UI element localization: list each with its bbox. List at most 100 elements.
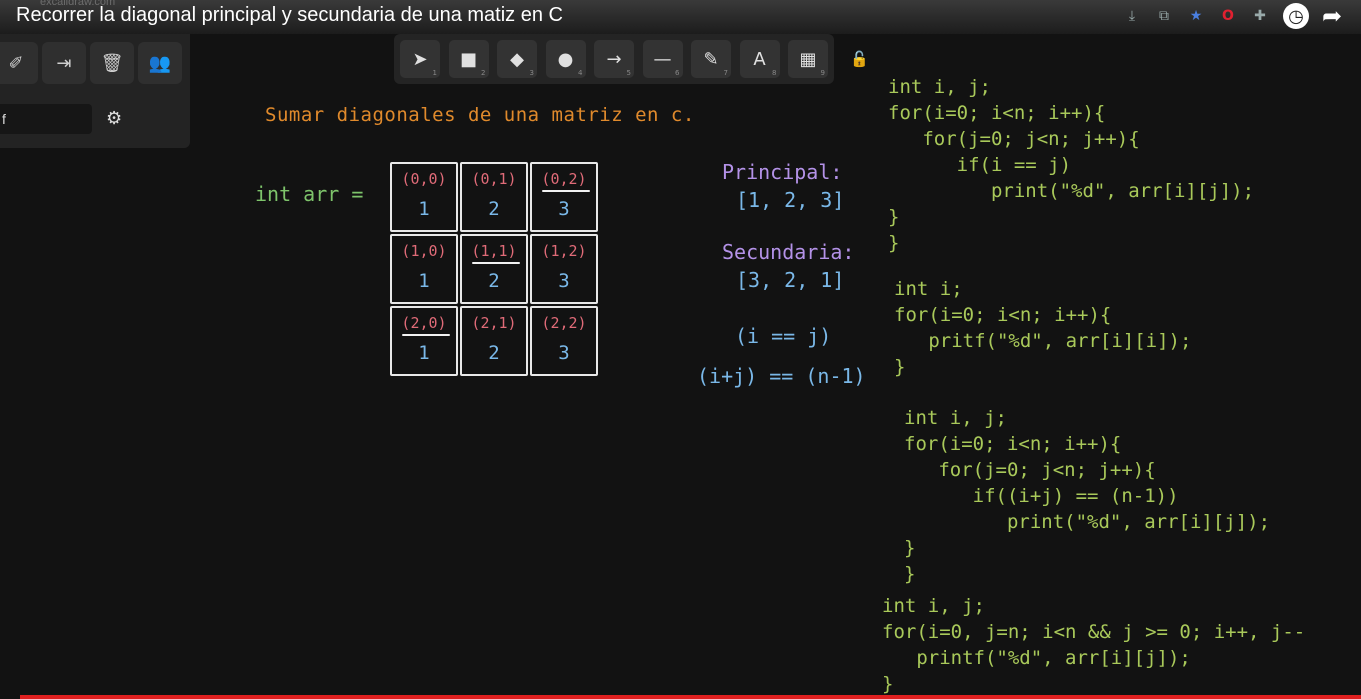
code-line: } xyxy=(888,232,900,254)
code-line: int i, j; xyxy=(882,595,985,617)
selection-icon: ➤ xyxy=(412,48,428,70)
translate-icon[interactable]: ⧉ xyxy=(1155,7,1173,25)
line-icon: — xyxy=(653,48,672,70)
cell-value: 1 xyxy=(418,198,430,220)
code-line: for(i=0; i<n; i++){ xyxy=(904,433,1122,455)
code-line: print("%d", arr[i][j]); xyxy=(904,511,1271,533)
draw-icon: ✎ xyxy=(703,48,719,70)
collaborators-icon[interactable]: 👥 xyxy=(138,42,182,84)
code-block-3: int i, j; for(i=0; i<n; i++){ for(j=0; j<… xyxy=(904,405,1270,587)
cell-index: (1,1) xyxy=(471,242,517,260)
diagonal-underline xyxy=(542,190,590,192)
matrix-cell: (1,1) 2 xyxy=(460,234,528,304)
diagonal-underline xyxy=(402,334,450,336)
code-line: for(j=0; j<n; j++){ xyxy=(888,128,1140,150)
cell-value: 1 xyxy=(418,270,430,292)
tool-shortcut: 7 xyxy=(723,69,728,77)
cell-index: (2,2) xyxy=(541,314,587,332)
diagonal-underline xyxy=(472,262,520,264)
ellipse-icon: ● xyxy=(557,48,574,70)
tool-ellipse[interactable]: ● 4 xyxy=(545,40,586,78)
code-line: } xyxy=(904,563,916,585)
principal-label: Principal: xyxy=(722,160,843,184)
tool-diamond[interactable]: ◆ 3 xyxy=(497,40,537,78)
arrow-icon: → xyxy=(606,48,622,70)
code-line: printf("%d", arr[i][j]); xyxy=(882,647,1191,669)
code-line: if((i+j) == (n-1)) xyxy=(904,485,1179,507)
share-icon[interactable]: ➦ xyxy=(1322,2,1342,30)
top-icon-row: ⤓ ⧉ ★ O ✚ ◷ ➦ xyxy=(1123,2,1342,30)
condition-secundaria: (i+j) == (n-1) xyxy=(697,364,866,388)
gear-icon[interactable]: ⚙ xyxy=(106,108,122,129)
cell-index: (2,0) xyxy=(401,314,447,332)
secundaria-label: Secundaria: xyxy=(722,240,855,264)
video-title[interactable]: Recorrer la diagonal principal y secunda… xyxy=(16,4,563,27)
code-line: if(i == j) xyxy=(888,154,1072,176)
tool-library[interactable]: ▦ 9 xyxy=(788,40,828,78)
canvas-heading: Sumar diagonales de una matriz en c. xyxy=(265,104,695,126)
video-progress-bar[interactable] xyxy=(20,695,1361,699)
code-block-4: int i, j; for(i=0, j=n; i<n && j >= 0; i+… xyxy=(882,593,1361,697)
code-line: int i; xyxy=(894,278,963,300)
code-block-1: int i, j; for(i=0; i<n; i++){ for(j=0; j<… xyxy=(888,74,1254,256)
export-icon[interactable]: ⇥ xyxy=(42,42,86,84)
shape-toolbar: ➤ 1 ■ 2 ◆ 3 ● 4 → 5—6 ✎ 7 A 8 ▦ 9 xyxy=(394,34,834,84)
tool-shortcut: 4 xyxy=(578,69,583,77)
download-icon[interactable]: ⤓ xyxy=(1123,7,1141,25)
matrix-cell: (0,1) 2 xyxy=(460,162,528,232)
cell-value: 2 xyxy=(488,270,500,292)
matrix-cell: (2,1) 2 xyxy=(460,306,528,376)
text-icon: A xyxy=(753,48,766,70)
matrix-grid: (0,0) 1 (0,1) 2 (0,2) 3 (1,0) 1 (1,1) 2 (1,2) 3 (2,0… xyxy=(390,162,602,378)
tool-shortcut: 1 xyxy=(432,69,437,77)
code-line: int i, j; xyxy=(888,76,991,98)
trash-icon[interactable]: 🗑 xyxy=(90,42,134,84)
tool-shortcut: 3 xyxy=(529,69,534,77)
cell-index: (0,0) xyxy=(401,170,447,188)
tool-shortcut: 8 xyxy=(772,69,777,77)
code-block-2: int i; for(i=0; i<n; i++){ pritf("%d", ar… xyxy=(894,276,1191,380)
opera-icon[interactable]: O xyxy=(1219,7,1237,25)
matrix-cell: (0,2) 3 xyxy=(530,162,598,232)
cell-value: 2 xyxy=(488,198,500,220)
matrix-cell: (0,0) 1 xyxy=(390,162,458,232)
background-color-input[interactable]: f xyxy=(0,104,92,134)
library-icon: ▦ xyxy=(799,48,817,70)
secundaria-values: [3, 2, 1] xyxy=(736,268,845,292)
cell-index: (1,0) xyxy=(401,242,447,260)
array-label: int arr = xyxy=(255,182,364,206)
code-line: int i, j; xyxy=(904,407,1007,429)
matrix-cell: (2,2) 3 xyxy=(530,306,598,376)
tool-rectangle[interactable]: ■ 2 xyxy=(448,40,489,78)
tool-selection[interactable]: ➤ 1 xyxy=(400,40,440,78)
extensions-icon[interactable]: ✚ xyxy=(1251,7,1269,25)
tool-text[interactable]: A8 xyxy=(739,40,780,78)
rectangle-icon: ■ xyxy=(459,48,477,70)
cell-value: 3 xyxy=(558,198,570,220)
star-icon[interactable]: ★ xyxy=(1187,7,1205,25)
paint-format-icon[interactable]: ✐ xyxy=(0,42,38,84)
lock-icon[interactable]: 🔓 xyxy=(850,50,869,68)
left-menu-panel: ✐ ⇥ 🗑 👥 f ⚙ xyxy=(0,34,190,148)
tool-draw[interactable]: ✎ 7 xyxy=(691,40,731,78)
matrix-cell: (2,0) 1 xyxy=(390,306,458,376)
tool-arrow[interactable]: → 5 xyxy=(594,40,634,78)
watch-later-icon[interactable]: ◷ xyxy=(1283,3,1309,29)
code-line: print("%d", arr[i][j]); xyxy=(888,180,1255,202)
code-line: } xyxy=(894,356,906,378)
code-line: for(i=0; i<n; i++){ xyxy=(888,102,1106,124)
principal-values: [1, 2, 3] xyxy=(736,188,845,212)
cell-index: (0,1) xyxy=(471,170,517,188)
tool-line[interactable]: —6 xyxy=(642,40,683,78)
diamond-icon: ◆ xyxy=(510,48,524,70)
condition-principal: (i == j) xyxy=(735,324,832,348)
code-line: for(i=0, j=n; i<n && j >= 0; i++, j-- xyxy=(882,621,1306,643)
cell-value: 2 xyxy=(488,342,500,364)
tool-shortcut: 9 xyxy=(820,69,825,77)
code-line: for(j=0; j<n; j++){ xyxy=(904,459,1156,481)
cell-index: (1,2) xyxy=(541,242,587,260)
video-title-bar: excalidraw.com Recorrer la diagonal prin… xyxy=(0,0,1361,34)
cell-value: 3 xyxy=(558,342,570,364)
cell-value: 3 xyxy=(558,270,570,292)
code-line: } xyxy=(888,206,900,228)
